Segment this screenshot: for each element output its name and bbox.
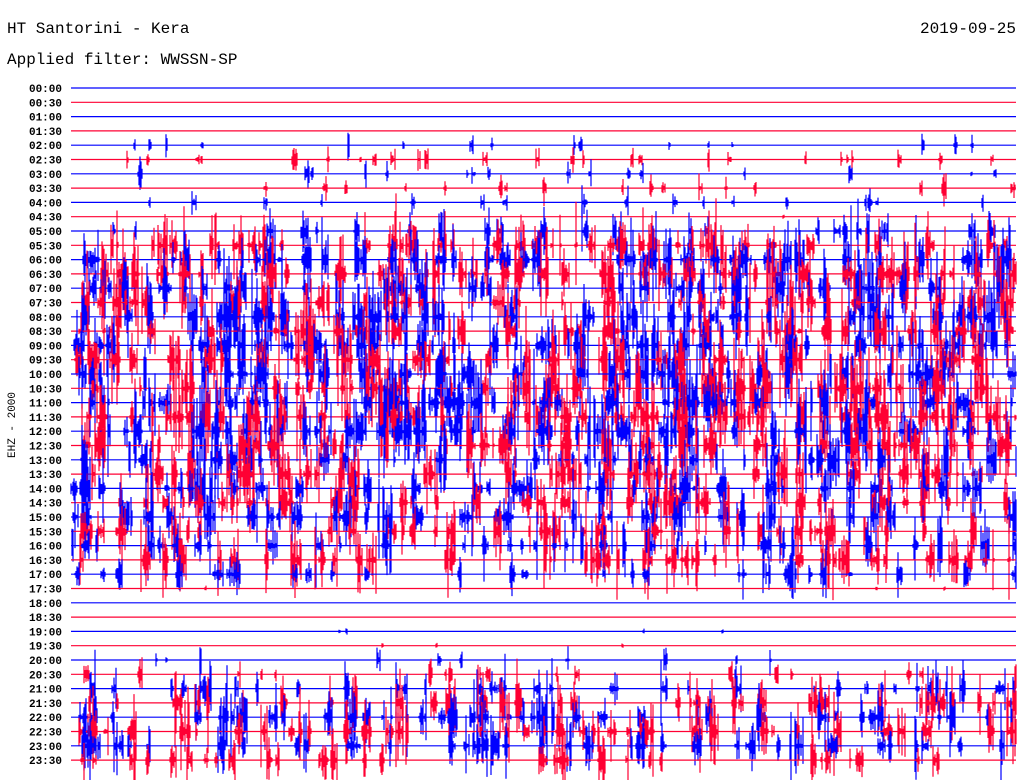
tick-label: 07:30: [29, 299, 62, 311]
tick-label: 19:00: [29, 627, 62, 639]
tick-label: 10:30: [29, 384, 62, 396]
tick-label: 17:00: [29, 570, 62, 582]
trace-row-1900: [71, 628, 1016, 635]
tick-label: 14:00: [29, 484, 62, 496]
tick-label: 12:00: [29, 427, 62, 439]
tick-label: 15:00: [29, 513, 62, 525]
tick-label: 23:30: [29, 756, 62, 768]
tick-label: 06:30: [29, 270, 62, 282]
tick-label: 02:30: [29, 156, 62, 168]
tick-label: 04:00: [29, 198, 62, 210]
tick-label: 02:00: [29, 141, 62, 153]
trace-row-2000: [71, 646, 1016, 676]
tick-label: 18:00: [29, 599, 62, 611]
tick-label: 16:30: [29, 556, 62, 568]
tick-label: 17:30: [29, 585, 62, 597]
tick-label: 20:30: [29, 670, 62, 682]
tick-label: 21:00: [29, 685, 62, 697]
tick-label: 09:30: [29, 356, 62, 368]
tick-label: 23:00: [29, 742, 62, 754]
tick-label: 03:30: [29, 184, 62, 196]
tick-label: 04:30: [29, 213, 62, 225]
tick-label: 08:00: [29, 313, 62, 325]
tick-label: 19:30: [29, 642, 62, 654]
helicorder-plot: EHZ - 2000 00:00 00:30 01:00 01:30 02:00 02:3…: [7, 84, 1017, 780]
trace-row-0230: [71, 146, 1016, 174]
tick-label: 22:00: [29, 713, 62, 725]
tick-label: 01:30: [29, 127, 62, 139]
tick-label: 13:30: [29, 470, 62, 482]
trace-row-1930: [71, 642, 1016, 648]
tick-label: 00:30: [29, 98, 62, 110]
tick-label: 16:00: [29, 542, 62, 554]
trace-row-0330: [71, 173, 1016, 207]
tick-label: 09:00: [29, 341, 62, 353]
tick-label: 21:30: [29, 699, 62, 711]
tick-label: 11:30: [29, 413, 62, 425]
y-axis-label: EHZ - 2000: [7, 392, 19, 458]
tick-label: 20:00: [29, 656, 62, 668]
tick-label: 00:00: [29, 84, 62, 96]
tick-label: 11:00: [29, 399, 62, 411]
tick-label: 05:00: [29, 227, 62, 239]
tick-label: 08:30: [29, 327, 62, 339]
trace-row-1200: [71, 374, 1016, 494]
tick-label: 05:30: [29, 241, 62, 253]
trace-row-0200: [71, 132, 1016, 161]
tick-label: 06:00: [29, 256, 62, 268]
tick-label: 07:00: [29, 284, 62, 296]
tick-label: 13:00: [29, 456, 62, 468]
tick-label: 14:30: [29, 499, 62, 511]
tick-label: 12:30: [29, 442, 62, 454]
tick-label: 03:00: [29, 170, 62, 182]
trace-row-2030: [71, 657, 1017, 690]
tick-label: 01:00: [29, 113, 62, 125]
tick-label: 18:30: [29, 613, 62, 625]
tick-label: 22:30: [29, 728, 62, 740]
tick-label: 10:00: [29, 370, 62, 382]
tick-label: 15:30: [29, 527, 62, 539]
